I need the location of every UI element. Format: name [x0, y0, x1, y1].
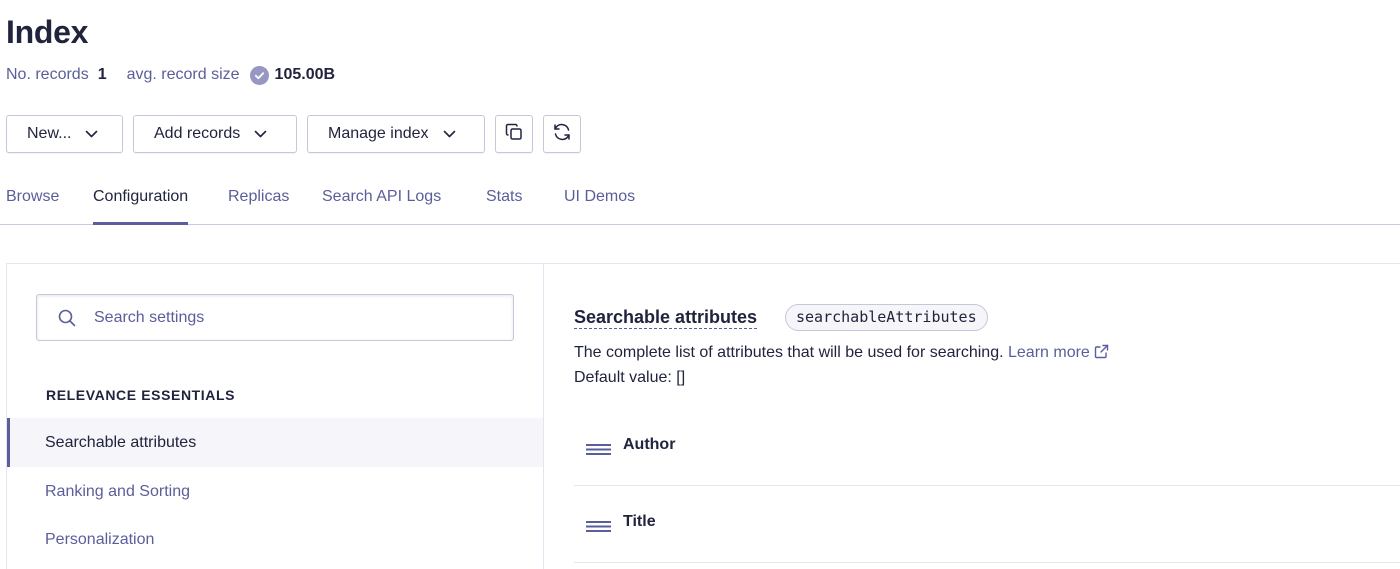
tab-replicas[interactable]: Replicas — [228, 185, 289, 225]
index-tabs: Browse Configuration Replicas Search API… — [0, 185, 1400, 225]
check-circle-icon — [249, 65, 269, 85]
chevron-down-icon — [85, 130, 98, 138]
sidebar-item-personalization[interactable]: Personalization — [7, 515, 543, 564]
section-title: RELEVANCE ESSENTIALS — [46, 387, 236, 403]
settings-search[interactable] — [36, 294, 514, 341]
records-value: 1 — [97, 66, 107, 83]
index-toolbar: New... Add records Manage index — [6, 115, 591, 153]
index-meta: No. records 1 avg. record size 105.00B — [6, 64, 335, 86]
description-text: The complete list of attributes that wil… — [574, 344, 1004, 361]
refresh-button[interactable] — [543, 115, 581, 153]
manage-index-label: Manage index — [328, 125, 429, 142]
chevron-down-icon — [443, 130, 456, 138]
tab-search-api-logs[interactable]: Search API Logs — [322, 185, 441, 225]
tab-configuration[interactable]: Configuration — [93, 185, 189, 225]
drag-handle-icon[interactable] — [586, 442, 611, 460]
refresh-icon — [552, 122, 572, 147]
sidebar-item-searchable-attributes[interactable]: Searchable attributes — [7, 418, 543, 467]
tab-stats[interactable]: Stats — [486, 185, 522, 225]
configuration-panel: RELEVANCE ESSENTIALS Searchable attribut… — [6, 263, 1400, 569]
section-heading: Searchable attributes — [574, 307, 758, 329]
page-title: Index — [6, 14, 89, 50]
attribute-name: Author — [623, 436, 676, 453]
setting-code-badge: searchableAttributes — [785, 304, 988, 331]
manage-index-button[interactable]: Manage index — [307, 115, 485, 153]
tab-ui-demos[interactable]: UI Demos — [564, 185, 635, 225]
records-label: No. records — [6, 66, 89, 83]
external-link-icon — [1094, 344, 1109, 364]
default-value: Default value: [] — [574, 369, 686, 386]
setting-description: The complete list of attributes that wil… — [574, 344, 1109, 364]
record-size-label: avg. record size — [126, 66, 240, 83]
drag-handle-icon[interactable] — [586, 519, 611, 537]
new-button-label: New... — [27, 125, 72, 142]
search-icon — [57, 308, 77, 333]
sidebar-item-ranking-and-sorting[interactable]: Ranking and Sorting — [7, 467, 543, 516]
settings-sidebar: RELEVANCE ESSENTIALS Searchable attribut… — [7, 264, 544, 569]
attribute-row[interactable]: Author — [574, 409, 1400, 486]
tab-browse[interactable]: Browse — [6, 185, 59, 225]
record-size-value: 105.00B — [274, 66, 336, 83]
index-page: Index No. records 1 avg. record size 105… — [0, 0, 1400, 569]
copy-index-button[interactable] — [495, 115, 533, 153]
add-records-label: Add records — [154, 125, 241, 142]
copy-icon — [505, 123, 523, 146]
learn-more-link[interactable]: Learn more — [1008, 344, 1090, 361]
searchable-attributes-section: Searchable attributes searchableAttribut… — [574, 264, 1400, 569]
add-records-button[interactable]: Add records — [133, 115, 297, 153]
attribute-name: Title — [623, 513, 656, 530]
chevron-down-icon — [254, 130, 267, 138]
search-settings-input[interactable] — [94, 295, 494, 340]
new-dropdown-button[interactable]: New... — [6, 115, 123, 153]
attribute-row[interactable]: Title — [574, 486, 1400, 563]
